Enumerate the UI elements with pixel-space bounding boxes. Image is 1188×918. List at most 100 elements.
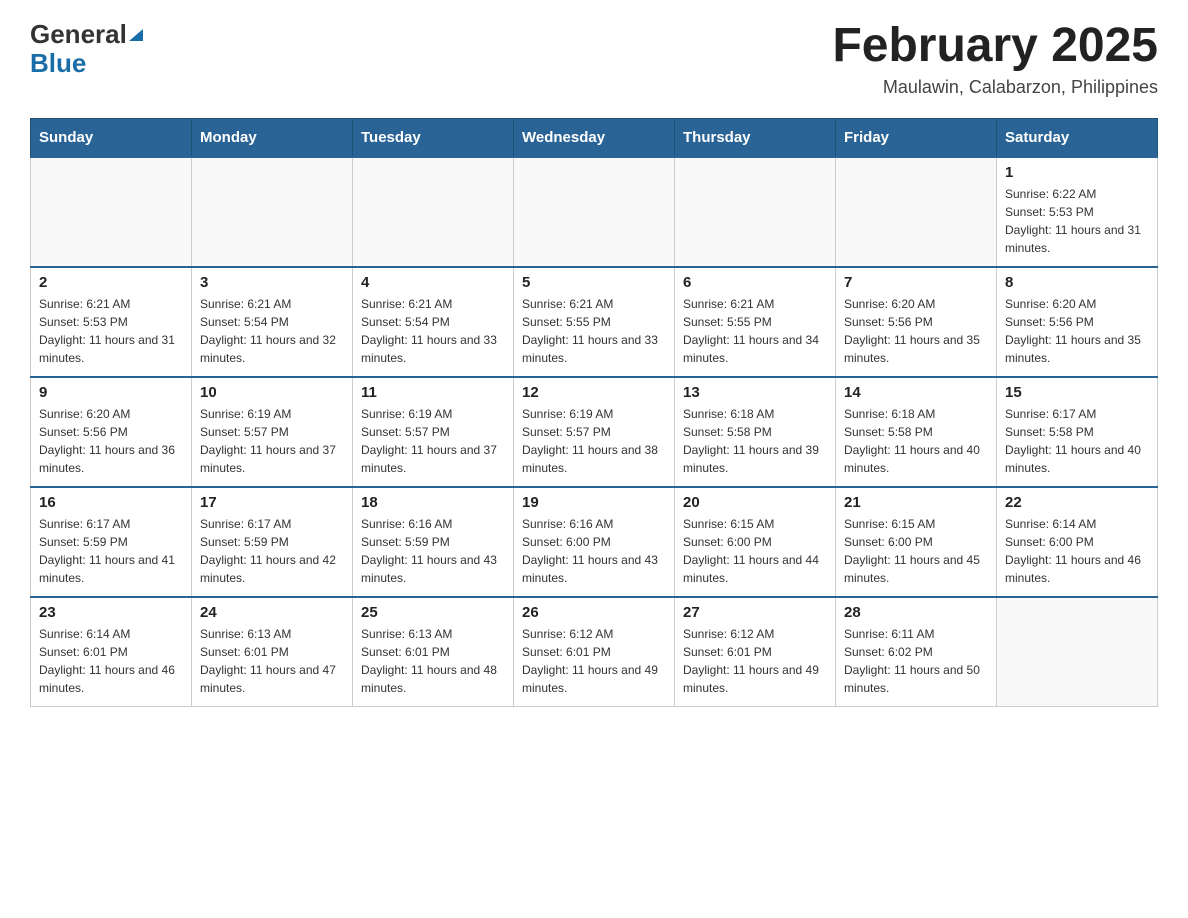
day-number: 18 xyxy=(361,494,505,511)
cell-content: 11 Sunrise: 6:19 AM Sunset: 5:57 PM Dayli… xyxy=(361,384,505,477)
calendar-cell: 3 Sunrise: 6:21 AM Sunset: 5:54 PM Daylig… xyxy=(192,267,353,377)
day-number: 14 xyxy=(844,384,988,401)
calendar-cell: 22Sunrise: 6:14 AM Sunset: 6:00 PM Dayli… xyxy=(997,487,1158,597)
day-number: 23 xyxy=(39,604,183,621)
calendar-cell: 1 Sunrise: 6:22 AM Sunset: 5:53 PM Daylig… xyxy=(997,157,1158,267)
calendar-cell: 20 Sunrise: 6:15 AM Sunset: 6:00 PM Dayli… xyxy=(675,487,836,597)
day-info: Sunrise: 6:19 AM Sunset: 5:57 PM Dayligh… xyxy=(200,405,344,477)
calendar-cell: 7 Sunrise: 6:20 AM Sunset: 5:56 PM Daylig… xyxy=(836,267,997,377)
column-header-wednesday: Wednesday xyxy=(514,118,675,157)
cell-content: 20 Sunrise: 6:15 AM Sunset: 6:00 PM Dayli… xyxy=(683,494,827,587)
cell-content: 21Sunrise: 6:15 AM Sunset: 6:00 PM Dayli… xyxy=(844,494,988,587)
calendar-cell: 11 Sunrise: 6:19 AM Sunset: 5:57 PM Dayli… xyxy=(353,377,514,487)
day-info: Sunrise: 6:21 AM Sunset: 5:54 PM Dayligh… xyxy=(361,295,505,367)
cell-content: 12Sunrise: 6:19 AM Sunset: 5:57 PM Dayli… xyxy=(522,384,666,477)
day-info: Sunrise: 6:20 AM Sunset: 5:56 PM Dayligh… xyxy=(39,405,183,477)
day-number: 6 xyxy=(683,274,827,291)
calendar-week-row: 9 Sunrise: 6:20 AM Sunset: 5:56 PM Daylig… xyxy=(31,377,1158,487)
calendar-cell xyxy=(997,597,1158,707)
day-info: Sunrise: 6:21 AM Sunset: 5:55 PM Dayligh… xyxy=(522,295,666,367)
day-number: 12 xyxy=(522,384,666,401)
day-number: 26 xyxy=(522,604,666,621)
day-number: 11 xyxy=(361,384,505,401)
cell-content: 24Sunrise: 6:13 AM Sunset: 6:01 PM Dayli… xyxy=(200,604,344,697)
day-number: 19 xyxy=(522,494,666,511)
day-info: Sunrise: 6:15 AM Sunset: 6:00 PM Dayligh… xyxy=(683,515,827,587)
column-header-monday: Monday xyxy=(192,118,353,157)
day-info: Sunrise: 6:22 AM Sunset: 5:53 PM Dayligh… xyxy=(1005,185,1149,257)
calendar-cell: 2Sunrise: 6:21 AM Sunset: 5:53 PM Daylig… xyxy=(31,267,192,377)
cell-content: 1 Sunrise: 6:22 AM Sunset: 5:53 PM Daylig… xyxy=(1005,164,1149,257)
cell-content: 6Sunrise: 6:21 AM Sunset: 5:55 PM Daylig… xyxy=(683,274,827,367)
calendar-cell: 23Sunrise: 6:14 AM Sunset: 6:01 PM Dayli… xyxy=(31,597,192,707)
cell-content: 8 Sunrise: 6:20 AM Sunset: 5:56 PM Daylig… xyxy=(1005,274,1149,367)
logo: General Blue xyxy=(30,20,143,77)
day-number: 16 xyxy=(39,494,183,511)
day-info: Sunrise: 6:17 AM Sunset: 5:59 PM Dayligh… xyxy=(200,515,344,587)
cell-content: 2Sunrise: 6:21 AM Sunset: 5:53 PM Daylig… xyxy=(39,274,183,367)
calendar-cell xyxy=(192,157,353,267)
column-header-friday: Friday xyxy=(836,118,997,157)
day-info: Sunrise: 6:16 AM Sunset: 5:59 PM Dayligh… xyxy=(361,515,505,587)
day-number: 3 xyxy=(200,274,344,291)
cell-content: 28 Sunrise: 6:11 AM Sunset: 6:02 PM Dayli… xyxy=(844,604,988,697)
cell-content: 22Sunrise: 6:14 AM Sunset: 6:00 PM Dayli… xyxy=(1005,494,1149,587)
day-number: 28 xyxy=(844,604,988,621)
day-number: 22 xyxy=(1005,494,1149,511)
day-info: Sunrise: 6:21 AM Sunset: 5:54 PM Dayligh… xyxy=(200,295,344,367)
calendar-cell xyxy=(675,157,836,267)
day-info: Sunrise: 6:13 AM Sunset: 6:01 PM Dayligh… xyxy=(361,625,505,697)
calendar-title-block: February 2025 Maulawin, Calabarzon, Phil… xyxy=(832,20,1158,98)
day-number: 5 xyxy=(522,274,666,291)
day-info: Sunrise: 6:20 AM Sunset: 5:56 PM Dayligh… xyxy=(844,295,988,367)
calendar-cell xyxy=(514,157,675,267)
calendar-table: SundayMondayTuesdayWednesdayThursdayFrid… xyxy=(30,118,1158,708)
cell-content: 3 Sunrise: 6:21 AM Sunset: 5:54 PM Daylig… xyxy=(200,274,344,367)
day-info: Sunrise: 6:19 AM Sunset: 5:57 PM Dayligh… xyxy=(361,405,505,477)
day-number: 24 xyxy=(200,604,344,621)
calendar-title: February 2025 xyxy=(832,20,1158,73)
column-header-sunday: Sunday xyxy=(31,118,192,157)
day-number: 25 xyxy=(361,604,505,621)
cell-content: 16Sunrise: 6:17 AM Sunset: 5:59 PM Dayli… xyxy=(39,494,183,587)
cell-content: 4Sunrise: 6:21 AM Sunset: 5:54 PM Daylig… xyxy=(361,274,505,367)
column-header-tuesday: Tuesday xyxy=(353,118,514,157)
calendar-cell: 27Sunrise: 6:12 AM Sunset: 6:01 PM Dayli… xyxy=(675,597,836,707)
calendar-subtitle: Maulawin, Calabarzon, Philippines xyxy=(832,77,1158,98)
day-number: 8 xyxy=(1005,274,1149,291)
day-number: 1 xyxy=(1005,164,1149,181)
cell-content: 17Sunrise: 6:17 AM Sunset: 5:59 PM Dayli… xyxy=(200,494,344,587)
cell-content: 9 Sunrise: 6:20 AM Sunset: 5:56 PM Daylig… xyxy=(39,384,183,477)
calendar-cell: 18 Sunrise: 6:16 AM Sunset: 5:59 PM Dayli… xyxy=(353,487,514,597)
calendar-cell: 26 Sunrise: 6:12 AM Sunset: 6:01 PM Dayli… xyxy=(514,597,675,707)
calendar-week-row: 23Sunrise: 6:14 AM Sunset: 6:01 PM Dayli… xyxy=(31,597,1158,707)
day-info: Sunrise: 6:12 AM Sunset: 6:01 PM Dayligh… xyxy=(683,625,827,697)
calendar-week-row: 16 Sunrise: 6:17 AM Sunset: 5:59 PM Dayli… xyxy=(31,487,1158,597)
logo-general-text: General xyxy=(30,20,127,49)
calendar-cell: 16Sunrise: 6:17 AM Sunset: 5:59 PM Dayli… xyxy=(31,487,192,597)
calendar-cell: 15Sunrise: 6:17 AM Sunset: 5:58 PM Dayli… xyxy=(997,377,1158,487)
calendar-cell: 5 Sunrise: 6:21 AM Sunset: 5:55 PM Daylig… xyxy=(514,267,675,377)
calendar-cell: 24Sunrise: 6:13 AM Sunset: 6:01 PM Dayli… xyxy=(192,597,353,707)
day-info: Sunrise: 6:11 AM Sunset: 6:02 PM Dayligh… xyxy=(844,625,988,697)
day-number: 20 xyxy=(683,494,827,511)
day-number: 9 xyxy=(39,384,183,401)
day-info: Sunrise: 6:12 AM Sunset: 6:01 PM Dayligh… xyxy=(522,625,666,697)
cell-content: 26 Sunrise: 6:12 AM Sunset: 6:01 PM Dayli… xyxy=(522,604,666,697)
cell-content: 27Sunrise: 6:12 AM Sunset: 6:01 PM Dayli… xyxy=(683,604,827,697)
day-number: 21 xyxy=(844,494,988,511)
calendar-cell: 10Sunrise: 6:19 AM Sunset: 5:57 PM Dayli… xyxy=(192,377,353,487)
page-header: General Blue February 2025 Maulawin, Cal… xyxy=(30,20,1158,98)
cell-content: 5 Sunrise: 6:21 AM Sunset: 5:55 PM Daylig… xyxy=(522,274,666,367)
calendar-cell: 28 Sunrise: 6:11 AM Sunset: 6:02 PM Dayli… xyxy=(836,597,997,707)
cell-content: 13Sunrise: 6:18 AM Sunset: 5:58 PM Dayli… xyxy=(683,384,827,477)
calendar-cell: 14Sunrise: 6:18 AM Sunset: 5:58 PM Dayli… xyxy=(836,377,997,487)
calendar-cell xyxy=(836,157,997,267)
logo-blue-text: Blue xyxy=(30,48,86,78)
day-number: 7 xyxy=(844,274,988,291)
day-info: Sunrise: 6:20 AM Sunset: 5:56 PM Dayligh… xyxy=(1005,295,1149,367)
calendar-cell: 21Sunrise: 6:15 AM Sunset: 6:00 PM Dayli… xyxy=(836,487,997,597)
day-info: Sunrise: 6:16 AM Sunset: 6:00 PM Dayligh… xyxy=(522,515,666,587)
calendar-week-row: 1 Sunrise: 6:22 AM Sunset: 5:53 PM Daylig… xyxy=(31,157,1158,267)
day-number: 15 xyxy=(1005,384,1149,401)
